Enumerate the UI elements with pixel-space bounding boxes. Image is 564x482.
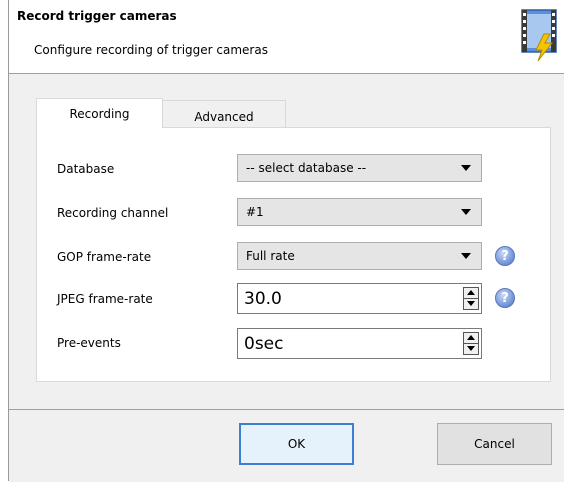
pre-events-label: Pre-events [57,336,121,350]
gop-help-icon[interactable]: ? [495,246,515,266]
dialog-body: Recording Advanced Database -- select da… [9,74,564,409]
dialog-header: Record trigger cameras Configure recordi… [9,0,564,74]
jpeg-frame-rate-spin-buttons [463,287,479,310]
spin-up-icon[interactable] [464,288,478,299]
gop-frame-rate-select-value: Full rate [246,249,295,263]
jpeg-frame-rate-label: JPEG frame-rate [57,292,153,306]
dialog-subtitle: Configure recording of trigger cameras [34,43,268,57]
spin-down-icon[interactable] [464,344,478,354]
recording-channel-select-value: #1 [246,205,264,219]
jpeg-help-icon[interactable]: ? [495,288,515,308]
cancel-button[interactable]: Cancel [437,423,552,465]
tab-recording[interactable]: Recording [36,98,163,128]
ok-button[interactable]: OK [239,423,354,465]
jpeg-frame-rate-stepper[interactable]: 30.0 [237,283,482,314]
film-lightning-icon [521,9,557,62]
pre-events-stepper[interactable]: 0sec [237,328,482,359]
chevron-down-icon [461,165,471,171]
recording-channel-select[interactable]: #1 [237,198,482,226]
gop-frame-rate-select[interactable]: Full rate [237,242,482,270]
database-label: Database [57,162,115,176]
chevron-down-icon [461,209,471,215]
chevron-down-icon [461,253,471,259]
pre-events-spin-buttons [463,332,479,355]
recording-tab-panel: Database -- select database -- Recording… [36,127,551,382]
dialog-footer: OK Cancel [9,409,564,482]
record-trigger-cameras-dialog: Record trigger cameras Configure recordi… [0,0,564,482]
dialog-title: Record trigger cameras [17,9,177,23]
gop-frame-rate-label: GOP frame-rate [57,250,152,264]
tab-advanced[interactable]: Advanced [162,100,286,128]
database-select-value: -- select database -- [246,161,367,175]
pre-events-value: 0sec [244,334,284,354]
database-select[interactable]: -- select database -- [237,154,482,182]
spin-down-icon[interactable] [464,299,478,309]
recording-channel-label: Recording channel [57,206,169,220]
spin-up-icon[interactable] [464,333,478,344]
jpeg-frame-rate-value: 30.0 [244,289,282,309]
